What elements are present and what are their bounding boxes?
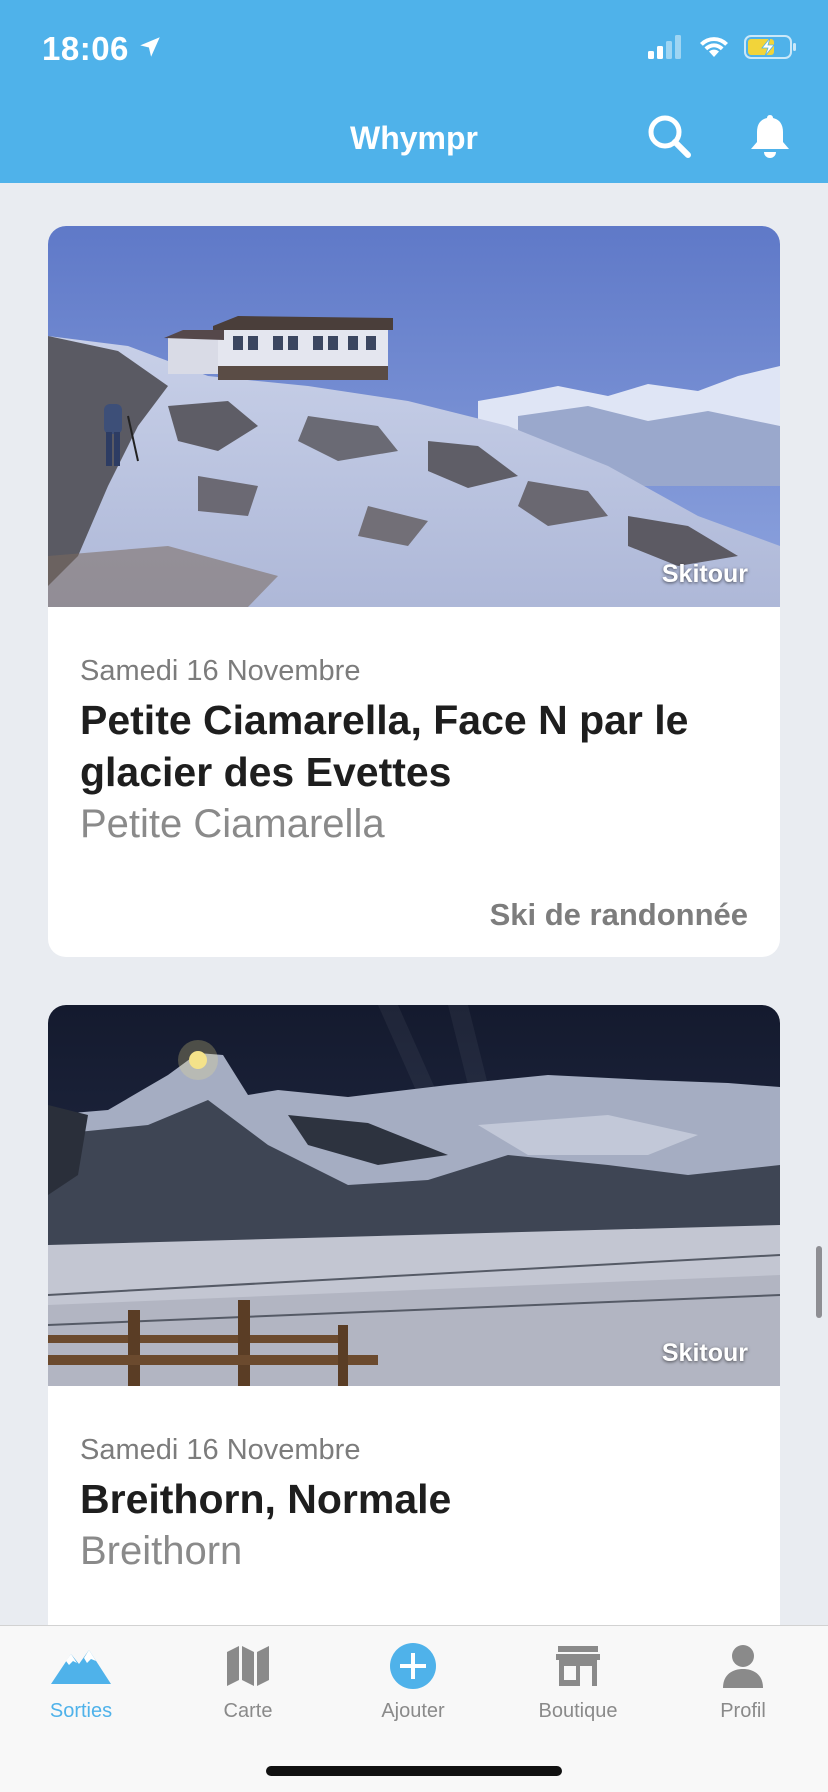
photo-activity-tag: Skitour [661,560,748,588]
add-circle-icon [381,1642,445,1690]
status-bar-time: 18:06 [42,30,163,68]
outing-details: Samedi 16 Novembre Petite Ciamarella, Fa… [48,607,780,957]
outing-card[interactable]: Skitour Samedi 16 Novembre Breithorn, No… [48,1005,780,1648]
app-title: Whympr [350,120,478,156]
outing-summit: Petite Ciamarella [80,802,385,846]
search-button[interactable] [643,112,695,164]
app-header: 18:06 Whympr [0,0,828,183]
map-icon [216,1642,280,1690]
cellular-signal-icon [648,35,684,64]
tab-label: Carte [223,1700,273,1722]
outings-feed: Skitour Samedi 16 Novembre Petite Ciamar… [48,226,780,1696]
tab-boutique[interactable]: Boutique [508,1642,648,1742]
scrollbar[interactable] [816,1246,822,1318]
outing-summit: Breithorn [80,1529,243,1573]
photo-activity-tag: Skitour [661,1339,748,1367]
battery-charging-icon [744,34,798,65]
tab-profil[interactable]: Profil [673,1642,813,1742]
tab-sorties[interactable]: Sorties [11,1642,151,1742]
outing-card[interactable]: Skitour Samedi 16 Novembre Petite Ciamar… [48,226,780,957]
shop-icon [546,1642,610,1690]
outing-details: Samedi 16 Novembre Breithorn, Normale Br… [48,1386,780,1648]
tab-label: Ajouter [381,1700,445,1722]
outing-photo: Skitour [48,226,780,607]
outing-title: Petite Ciamarella, Face N par le glacier… [80,697,689,795]
tab-label: Sorties [49,1700,113,1722]
tab-carte[interactable]: Carte [178,1642,318,1742]
tab-ajouter[interactable]: Ajouter [343,1642,483,1742]
tab-label: Profil [720,1700,766,1722]
outing-activity: Ski de randonnée [489,897,748,932]
status-bar-indicators [648,34,798,65]
search-icon [646,113,692,164]
outing-photo: Skitour [48,1005,780,1386]
notifications-button[interactable] [744,112,796,164]
outing-title: Breithorn, Normale [80,1476,452,1522]
outing-date: Samedi 16 Novembre [80,1434,361,1466]
location-arrow-icon [137,30,163,68]
person-icon [711,1642,775,1690]
home-indicator [266,1766,562,1776]
bell-icon [749,113,791,164]
wifi-icon [698,35,730,64]
tab-label: Boutique [538,1700,618,1722]
outing-date: Samedi 16 Novembre [80,655,361,687]
screen: 18:06 Whympr Skitour Samedi 16 Novembre … [0,0,828,1792]
mountain-icon [49,1642,113,1690]
